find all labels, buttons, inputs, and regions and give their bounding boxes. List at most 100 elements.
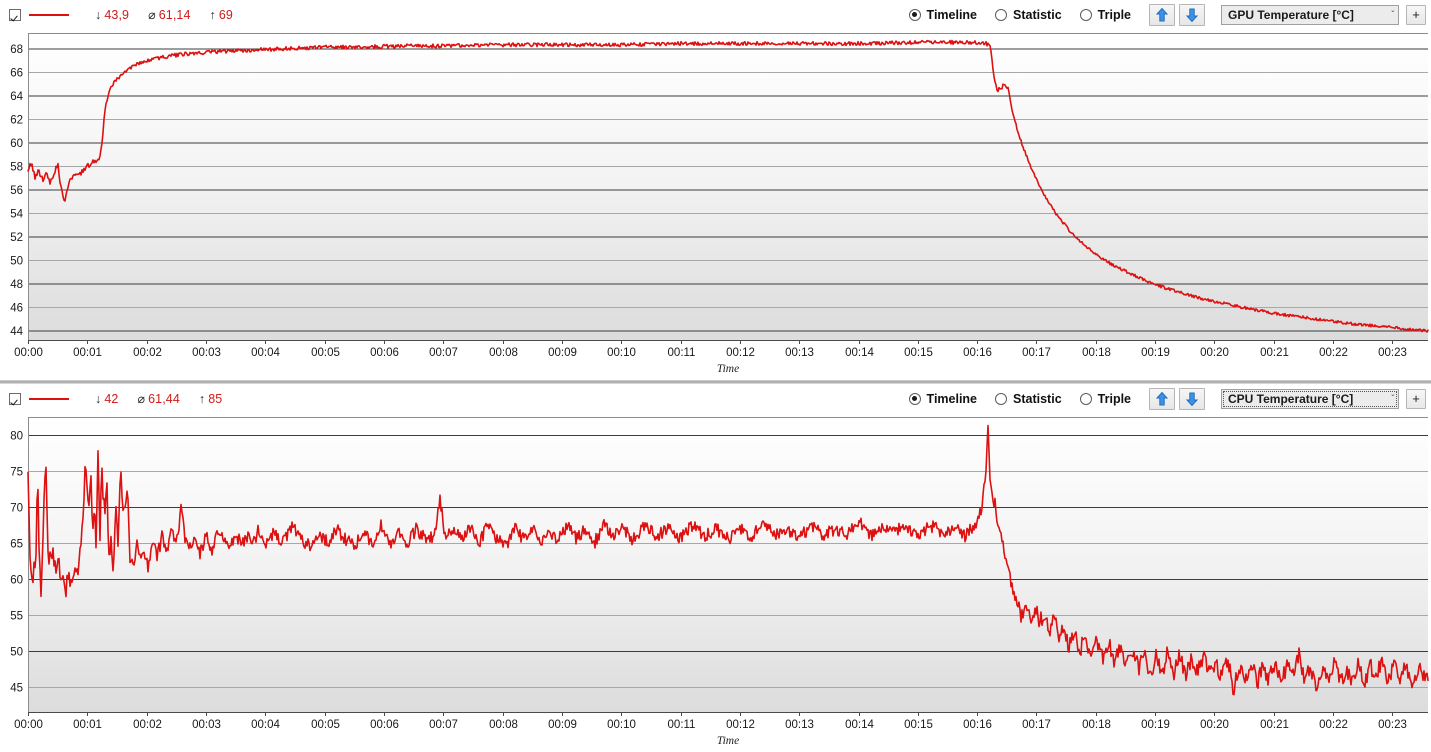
x-tick-label: 00:02 (133, 347, 162, 359)
x-tick-label: 00:18 (1082, 719, 1111, 731)
x-tick-label: 00:01 (73, 347, 102, 359)
gpu-radio-statistic[interactable]: Statistic (995, 8, 1062, 22)
x-tick-label: 00:22 (1319, 719, 1348, 731)
x-tick-label: 00:12 (726, 347, 755, 359)
arrow-down-icon (1185, 8, 1199, 22)
y-tick-label: 60 (10, 138, 23, 150)
x-tick-label: 00:10 (607, 347, 636, 359)
x-axis-title: Time (717, 735, 739, 747)
gpu-sensor-select[interactable]: GPU Temperature [°C] ˇ (1221, 4, 1399, 25)
cpu-radio-triple[interactable]: Triple (1079, 391, 1131, 406)
radio-icon (1079, 8, 1092, 21)
y-tick-label: 64 (10, 91, 23, 103)
x-tick-label: 00:09 (548, 719, 577, 731)
cpu-toolbar-right: Timeline Statistic Triple CPU Temperatur… (908, 387, 1431, 410)
radio-icon (995, 392, 1008, 405)
radio-icon (1079, 392, 1092, 405)
gpu-avg-value: 61,14 (158, 8, 191, 22)
cpu-max-stat: ↑ 85 (199, 392, 222, 406)
x-tick-label: 00:09 (548, 347, 577, 359)
y-tick-label: 55 (10, 610, 23, 622)
chevron-down-icon: ˇ (1391, 10, 1394, 19)
gpu-min-value: 43,9 (104, 7, 130, 22)
cpu-legend: ↓ 42 ⌀ 61,44 ↑ 85 (0, 391, 241, 406)
y-tick-label: 45 (10, 682, 23, 694)
cpu-avg-value: 61,44 (148, 392, 180, 406)
cpu-move-down-button[interactable] (1179, 387, 1205, 410)
gpu-max-value: 69 (218, 7, 233, 22)
cpu-add-sensor-button[interactable]: + (1406, 388, 1426, 409)
y-tick-label: 80 (10, 430, 23, 442)
gpu-radio-triple[interactable]: Triple (1079, 7, 1131, 22)
gpu-view-mode-group: Timeline Statistic Triple (908, 7, 1149, 22)
plus-icon: + (1412, 7, 1420, 22)
cpu-radio-triple-label: Triple (1097, 391, 1131, 406)
cpu-min-stat: ↓ 42 (95, 392, 118, 406)
x-tick-label: 00:17 (1022, 347, 1051, 359)
gpu-move-up-button[interactable] (1149, 3, 1175, 26)
min-arrow-icon: ↓ (95, 7, 102, 22)
cpu-sensor-select[interactable]: CPU Temperature [°C] ˇ (1221, 388, 1399, 409)
cpu-sensor-select-value: CPU Temperature [°C] (1228, 391, 1354, 406)
cpu-chart-svg: 45 50 55 60 65 70 75 80 00:00 00:01 00:02 00:03 00:0… (10, 417, 1429, 747)
average-icon: ⌀ (137, 392, 146, 406)
gpu-radio-triple-label: Triple (1097, 7, 1131, 22)
x-tick-label: 00:19 (1141, 347, 1170, 359)
gpu-min-stat: ↓ 43,9 (95, 8, 129, 22)
x-tick-label: 00:21 (1260, 719, 1289, 731)
cpu-series-checkbox[interactable] (9, 392, 21, 405)
x-tick-label: 00:03 (192, 347, 221, 359)
x-tick-label: 00:04 (251, 719, 280, 731)
x-tick-label: 00:06 (370, 719, 399, 731)
cpu-radio-statistic-label: Statistic (1013, 391, 1062, 406)
radio-icon (995, 8, 1008, 21)
x-tick-label: 00:08 (489, 347, 518, 359)
y-tick-label: 66 (10, 67, 23, 79)
max-arrow-icon: ↑ (198, 391, 206, 406)
gpu-panel: ↓ 43,9 ⌀ 61,14 ↑ 69 Timeline Statistic Trip… (0, 0, 1431, 380)
gpu-toolbar-right: Timeline Statistic Triple GPU Temperatur… (908, 3, 1431, 26)
cpu-series-color-swatch (29, 397, 69, 400)
gpu-radio-timeline[interactable]: Timeline (908, 8, 977, 22)
cpu-radio-timeline-label: Timeline (926, 391, 978, 406)
gpu-legend: ↓ 43,9 ⌀ 61,14 ↑ 69 (0, 7, 252, 22)
x-tick-label: 00:08 (489, 719, 518, 731)
x-tick-label: 00:18 (1082, 347, 1111, 359)
x-tick-label: 00:00 (14, 347, 43, 359)
average-icon: ⌀ (148, 8, 156, 22)
gpu-max-stat: ↑ 69 (210, 8, 233, 22)
cpu-radio-timeline[interactable]: Timeline (908, 391, 978, 406)
cpu-chart: 45 50 55 60 65 70 75 80 00:00 00:01 00:02 00:03 00:0… (0, 413, 1431, 752)
x-tick-label: 00:07 (429, 719, 458, 731)
x-tick-label: 00:07 (429, 347, 458, 359)
y-tick-label: 60 (10, 574, 23, 586)
radio-icon (908, 8, 921, 21)
x-tick-label: 00:22 (1319, 347, 1348, 359)
cpu-move-up-button[interactable] (1149, 387, 1175, 410)
cpu-radio-statistic[interactable]: Statistic (995, 392, 1062, 406)
x-tick-label: 00:20 (1200, 347, 1229, 359)
x-tick-label: 00:19 (1141, 719, 1170, 731)
y-tick-label: 65 (10, 538, 23, 550)
gpu-move-down-button[interactable] (1179, 3, 1205, 26)
gpu-chart-svg: 44 46 48 50 52 54 56 58 60 62 64 66 68 00:00 00:01 00:0… (10, 33, 1429, 375)
x-tick-label: 00:17 (1022, 719, 1051, 731)
cpu-view-mode-group: Timeline Statistic Triple (908, 391, 1149, 406)
cpu-min-value: 42 (104, 391, 119, 406)
gpu-series-checkbox[interactable] (9, 8, 21, 21)
plus-icon: + (1412, 391, 1420, 406)
x-tick-label: 00:14 (845, 347, 874, 359)
x-tick-label: 00:20 (1200, 719, 1229, 731)
x-tick-label: 00:10 (607, 719, 636, 731)
x-tick-label: 00:05 (311, 347, 340, 359)
y-tick-label: 52 (10, 232, 23, 244)
x-tick-label: 00:16 (963, 347, 992, 359)
gpu-avg-stat: ⌀ 61,14 (148, 7, 190, 22)
gpu-add-sensor-button[interactable]: + (1406, 4, 1426, 25)
x-tick-label: 00:13 (785, 719, 814, 731)
chevron-down-icon: ˇ (1391, 394, 1394, 403)
gpu-series-color-swatch (29, 13, 69, 16)
x-tick-label: 00:05 (311, 719, 340, 731)
arrow-up-icon (1155, 7, 1169, 21)
cpu-toolbar: ↓ 42 ⌀ 61,44 ↑ 85 Timeline Statistic Triple (0, 384, 1431, 413)
